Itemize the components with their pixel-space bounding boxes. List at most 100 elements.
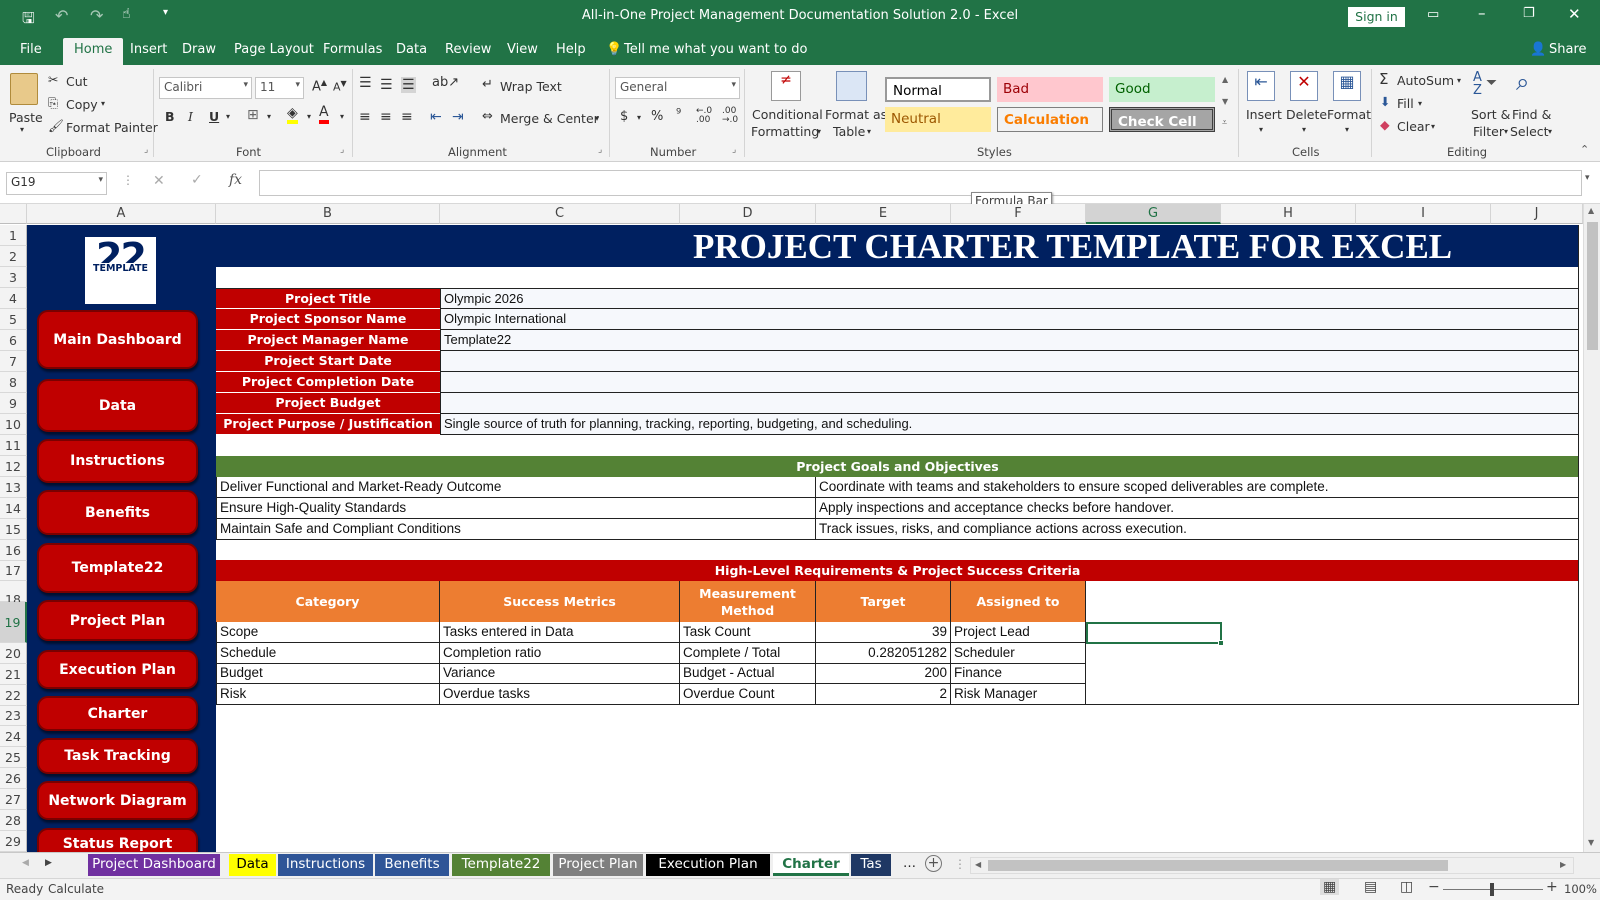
- goal-3[interactable]: Maintain Safe and Compliant Conditions: [216, 519, 816, 540]
- paste-button[interactable]: Paste: [9, 110, 43, 125]
- copy-arrow-icon[interactable]: ▾: [101, 99, 105, 108]
- cut-button[interactable]: Cut: [66, 74, 88, 89]
- currency-icon[interactable]: $: [620, 109, 628, 124]
- normal-view-icon[interactable]: ▦: [1320, 879, 1340, 895]
- autosum-button[interactable]: AutoSum: [1397, 73, 1454, 88]
- format-arrow-icon[interactable]: ▾: [1345, 125, 1349, 134]
- collapse-ribbon-icon[interactable]: ⌃: [1580, 143, 1589, 156]
- req-cell-category[interactable]: Budget: [216, 663, 440, 684]
- number-launcher-icon[interactable]: ⌟: [732, 145, 736, 155]
- row-header[interactable]: 9: [0, 393, 27, 414]
- scroll-up-icon[interactable]: ▲: [1588, 206, 1594, 215]
- align-right-icon[interactable]: ≡: [401, 109, 413, 125]
- objective-2[interactable]: Apply inspections and acceptance checks …: [816, 498, 1579, 519]
- row-header[interactable]: 1: [0, 225, 27, 246]
- tab-home[interactable]: Home: [63, 38, 124, 65]
- minimize-icon[interactable]: –: [1478, 4, 1486, 22]
- req-cell-metric[interactable]: Overdue tasks: [440, 683, 680, 705]
- goal-1[interactable]: Deliver Functional and Market-Ready Outc…: [216, 477, 816, 498]
- column-header-e[interactable]: E: [816, 204, 951, 224]
- delete-cells-button[interactable]: Delete: [1286, 107, 1327, 122]
- column-header-c[interactable]: C: [440, 204, 680, 224]
- fill-handle[interactable]: [1218, 640, 1224, 646]
- find-select-button[interactable]: Find &: [1512, 107, 1551, 122]
- row-header[interactable]: 24: [0, 726, 27, 747]
- value-project-completion-date[interactable]: [440, 372, 1579, 393]
- styles-scroll-down-icon[interactable]: ▼: [1222, 97, 1228, 106]
- funnel-icon[interactable]: ⏷: [1486, 75, 1497, 91]
- increase-decimal-icon[interactable]: ←.0.00: [696, 107, 712, 125]
- share-icon[interactable]: 👤: [1530, 42, 1546, 57]
- row-header[interactable]: 18: [0, 581, 27, 607]
- middle-align-icon[interactable]: ☰: [380, 77, 393, 93]
- conditional-formatting-button[interactable]: Conditional: [752, 107, 823, 122]
- row-header[interactable]: 25: [0, 747, 27, 768]
- tab-view[interactable]: View: [507, 42, 538, 57]
- style-check-cell[interactable]: Check Cell: [1109, 107, 1215, 132]
- req-cell-metric[interactable]: Variance: [440, 663, 680, 684]
- tab-page-layout[interactable]: Page Layout: [234, 42, 314, 57]
- tab-review[interactable]: Review: [445, 42, 491, 57]
- style-normal[interactable]: Normal: [885, 77, 991, 102]
- req-cell-metric[interactable]: Completion ratio: [440, 642, 680, 664]
- scroll-right-icon[interactable]: ▶: [1560, 860, 1566, 869]
- number-format-dropdown[interactable]: General: [615, 77, 740, 99]
- objective-1[interactable]: Coordinate with teams and stakeholders t…: [816, 477, 1579, 498]
- style-calculation[interactable]: Calculation: [997, 107, 1103, 132]
- restore-icon[interactable]: ❐: [1523, 6, 1535, 21]
- comma-icon[interactable]: ⁹: [676, 107, 681, 122]
- row-header[interactable]: 4: [0, 288, 27, 309]
- tell-me-input[interactable]: Tell me what you want to do: [624, 42, 807, 57]
- value-project-manager[interactable]: Template22: [440, 330, 1579, 351]
- req-cell-category[interactable]: Risk: [216, 683, 440, 705]
- font-color-arrow-icon[interactable]: ▾: [340, 112, 344, 121]
- sheet-tab[interactable]: Execution Plan: [646, 854, 770, 876]
- tab-insert[interactable]: Insert: [130, 42, 167, 57]
- tab-help[interactable]: Help: [556, 42, 586, 57]
- value-project-purpose[interactable]: Single source of truth for planning, tra…: [440, 414, 1579, 435]
- row-header[interactable]: 21: [0, 664, 27, 685]
- wrap-text-icon[interactable]: ↵: [482, 77, 493, 92]
- share-button[interactable]: Share: [1549, 42, 1587, 57]
- cancel-entry-icon[interactable]: ✕: [153, 173, 165, 189]
- format-cells-button[interactable]: Format: [1327, 107, 1371, 122]
- format-table-arrow-icon[interactable]: ▾: [867, 127, 871, 136]
- styles-more-icon[interactable]: ⩡: [1222, 118, 1227, 128]
- sheet-tab[interactable]: Template22: [452, 854, 550, 876]
- format-painter-icon[interactable]: 🖌: [48, 118, 64, 134]
- vertical-scroll-thumb[interactable]: [1587, 222, 1598, 350]
- conditional-arrow-icon[interactable]: ▾: [817, 127, 821, 136]
- clipboard-launcher-icon[interactable]: ⌟: [144, 145, 148, 155]
- nav-charter-button[interactable]: Charter: [37, 696, 198, 731]
- nav-instructions-button[interactable]: Instructions: [37, 439, 198, 483]
- row-header[interactable]: 19: [0, 602, 27, 643]
- column-header-b[interactable]: B: [216, 204, 440, 224]
- row-header[interactable]: 17: [0, 561, 27, 581]
- row-header[interactable]: 10: [0, 414, 27, 435]
- req-cell-category[interactable]: Schedule: [216, 642, 440, 664]
- req-cell-target[interactable]: 2: [816, 683, 951, 705]
- nav-data-button[interactable]: Data: [37, 379, 198, 432]
- style-neutral[interactable]: Neutral: [885, 107, 991, 132]
- decrease-font-icon[interactable]: A▼: [333, 79, 347, 94]
- req-cell-metric[interactable]: Tasks entered in Data: [440, 622, 680, 643]
- more-sheets-icon[interactable]: …: [903, 856, 916, 871]
- row-header[interactable]: 27: [0, 789, 27, 810]
- confirm-entry-icon[interactable]: ✓: [191, 172, 203, 188]
- sign-in-button[interactable]: Sign in: [1348, 7, 1405, 27]
- column-header-g[interactable]: G: [1086, 204, 1221, 224]
- row-header[interactable]: 8: [0, 372, 27, 393]
- percent-icon[interactable]: %: [651, 109, 663, 124]
- column-header-h[interactable]: H: [1221, 204, 1356, 224]
- increase-indent-icon[interactable]: ⇥: [452, 109, 464, 125]
- font-launcher-icon[interactable]: ⌟: [340, 145, 344, 155]
- column-header-a[interactable]: A: [27, 204, 216, 224]
- sort-arrow-icon[interactable]: ▾: [1504, 127, 1508, 136]
- tab-formulas[interactable]: Formulas: [323, 42, 382, 57]
- row-header[interactable]: 2: [0, 246, 27, 267]
- sheet-tab[interactable]: Benefits: [375, 854, 449, 876]
- status-calculate[interactable]: Calculate: [48, 882, 104, 896]
- req-cell-assigned[interactable]: Risk Manager: [951, 683, 1086, 705]
- font-color-icon[interactable]: A: [319, 105, 329, 124]
- next-sheet-icon[interactable]: ▶: [45, 858, 52, 868]
